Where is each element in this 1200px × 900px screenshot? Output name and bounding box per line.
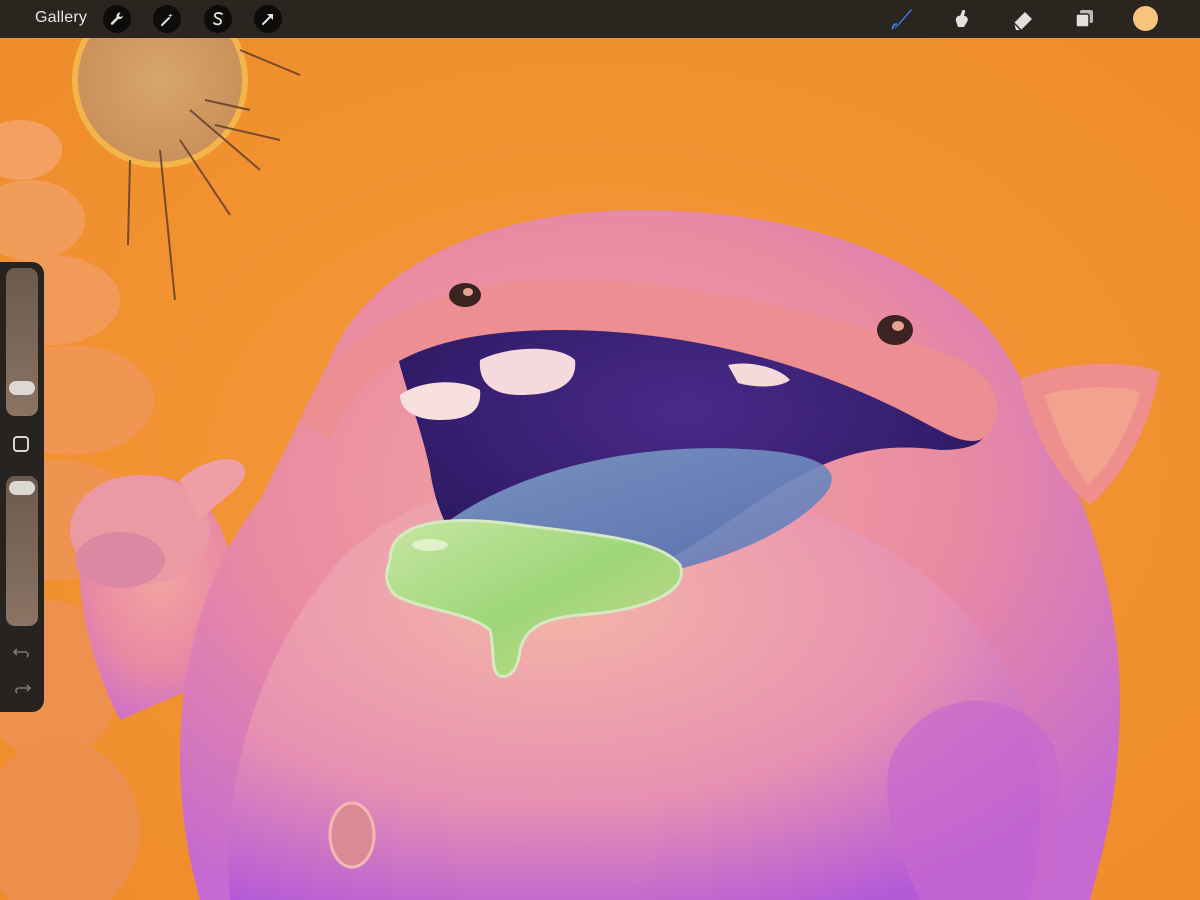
smudge-icon	[955, 9, 968, 27]
selection-button[interactable]	[204, 5, 232, 33]
drawing-canvas[interactable]	[0, 38, 1200, 900]
creature-body-fold	[887, 700, 1061, 900]
undo-icon	[12, 648, 29, 658]
smudge-tool-button[interactable]	[948, 5, 976, 33]
selection-s-icon	[213, 12, 223, 26]
brush-icon	[891, 9, 912, 30]
left-sidebar	[0, 262, 44, 712]
layers-button[interactable]	[1070, 5, 1098, 33]
modify-button[interactable]	[13, 436, 29, 452]
redo-button[interactable]	[11, 680, 33, 698]
arrow-cursor-icon	[262, 14, 273, 25]
color-picker-button[interactable]	[1133, 6, 1158, 31]
opacity-slider-thumb[interactable]	[9, 481, 35, 495]
actions-button[interactable]	[103, 5, 131, 33]
layers-icon	[1075, 10, 1093, 28]
gallery-button[interactable]: Gallery	[35, 9, 87, 27]
brush-size-slider-thumb[interactable]	[9, 381, 35, 395]
brush-tool-button[interactable]	[888, 5, 916, 33]
eraser-tool-button[interactable]	[1009, 5, 1037, 33]
undo-button[interactable]	[11, 644, 33, 662]
magic-wand-icon	[161, 13, 173, 26]
redo-icon	[15, 684, 32, 694]
adjustments-button[interactable]	[153, 5, 181, 33]
eraser-icon	[1013, 12, 1032, 31]
top-toolbar: Gallery	[0, 0, 1200, 38]
creature-navel	[328, 801, 376, 869]
transform-button[interactable]	[254, 5, 282, 33]
opacity-slider[interactable]	[6, 476, 38, 626]
wrench-icon	[110, 12, 124, 25]
